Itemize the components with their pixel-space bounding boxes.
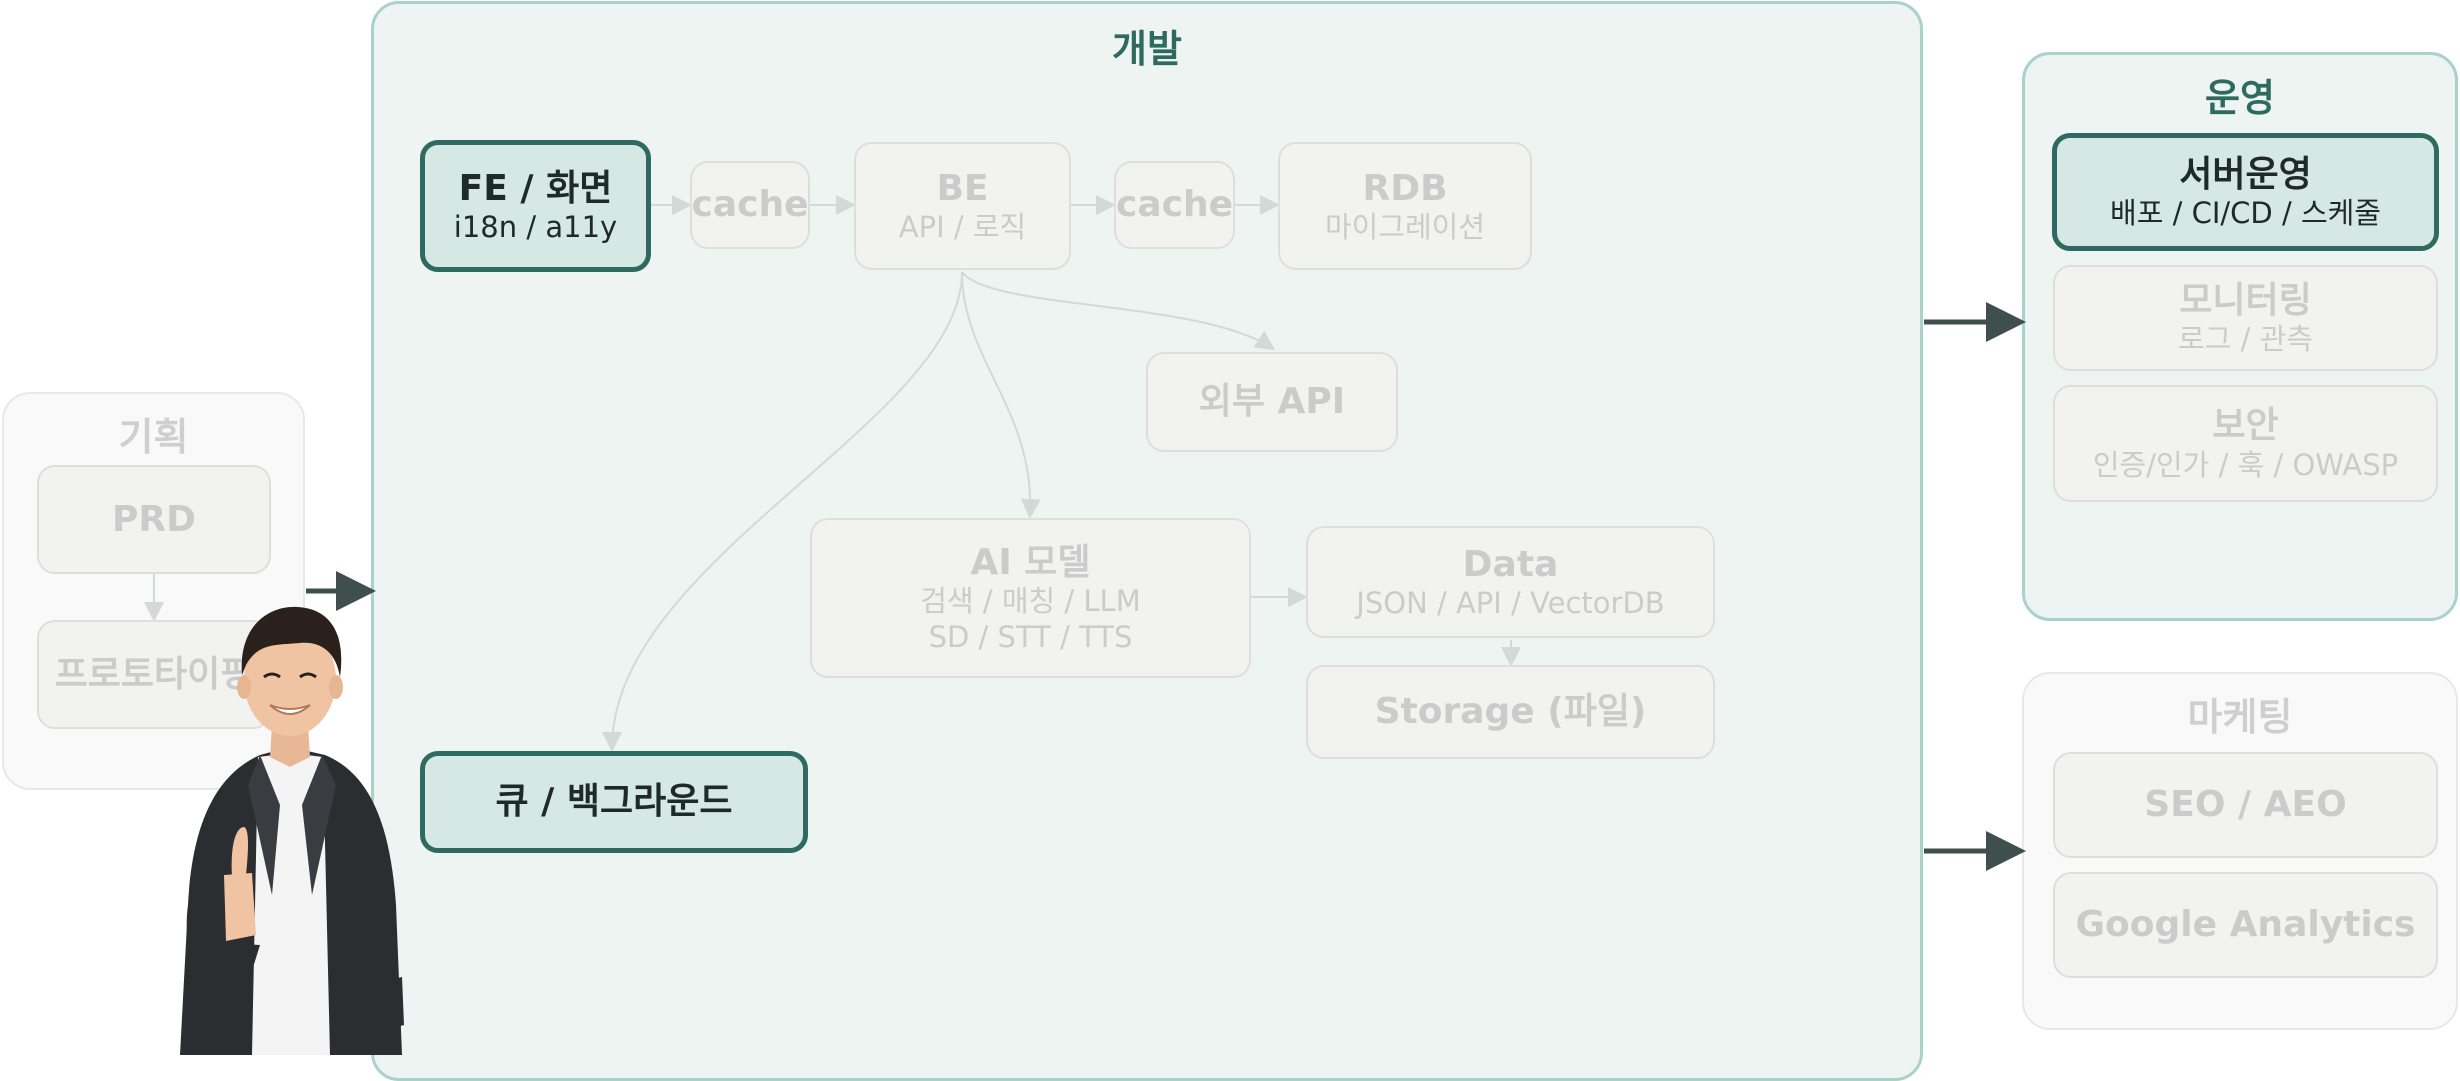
node-ai-model-sub: 검색 / 매칭 / LLM — [920, 584, 1141, 619]
node-ai-model-sub2: SD / STT / TTS — [928, 619, 1133, 654]
node-fe-title: FE / 화면 — [458, 167, 613, 209]
node-cache-1-title: cache — [691, 184, 809, 226]
node-rdb: RDB 마이그레이션 — [1278, 142, 1532, 270]
node-security-title: 보안 — [2212, 405, 2279, 447]
node-ai-model: AI 모델 검색 / 매칭 / LLM SD / STT / TTS — [810, 518, 1251, 678]
node-seo: SEO / AEO — [2053, 752, 2438, 858]
node-external-api-title: 외부 API — [1198, 381, 1346, 423]
node-data-title: Data — [1462, 543, 1559, 585]
node-security-sub: 인증/인가 / 훅 / OWASP — [2092, 447, 2399, 482]
node-queue-title: 큐 / 백그라운드 — [495, 781, 733, 823]
node-rdb-sub: 마이그레이션 — [1324, 210, 1486, 245]
node-data: Data JSON / API / VectorDB — [1306, 526, 1715, 638]
node-external-api: 외부 API — [1146, 352, 1398, 452]
node-fe: FE / 화면 i18n / a11y — [420, 140, 651, 272]
person-thumbs-up-illustration — [180, 606, 404, 1055]
node-queue: 큐 / 백그라운드 — [420, 751, 808, 853]
node-cache-2: cache — [1114, 161, 1235, 249]
node-analytics: Google Analytics — [2053, 872, 2438, 978]
node-monitoring-sub: 로그 / 관측 — [2178, 322, 2313, 357]
node-prd: PRD — [37, 465, 271, 574]
node-be-sub: API / 로직 — [898, 210, 1027, 245]
node-prd-title: PRD — [112, 498, 196, 540]
node-be: BE API / 로직 — [854, 142, 1071, 270]
node-fe-sub: i18n / a11y — [453, 210, 618, 245]
node-storage: Storage (파일) — [1306, 665, 1715, 759]
edge-be-to-external-api — [961, 271, 1276, 351]
node-storage-title: Storage (파일) — [1374, 691, 1647, 733]
node-cache-2-title: cache — [1115, 184, 1234, 226]
node-cache-1: cache — [690, 161, 810, 249]
node-monitoring-title: 모니터링 — [2179, 279, 2312, 321]
node-ai-model-title: AI 모델 — [970, 541, 1091, 583]
node-server-ops-sub: 배포 / CI/CD / 스케줄 — [2110, 196, 2381, 231]
node-seo-title: SEO / AEO — [2144, 784, 2347, 826]
node-analytics-title: Google Analytics — [2075, 904, 2416, 946]
node-monitoring: 모니터링 로그 / 관측 — [2053, 265, 2438, 371]
edge-be-to-ai-model — [961, 271, 1041, 519]
node-security: 보안 인증/인가 / 훅 / OWASP — [2053, 385, 2438, 502]
node-data-sub: JSON / API / VectorDB — [1356, 586, 1665, 621]
node-server-ops: 서버운영 배포 / CI/CD / 스케줄 — [2052, 133, 2439, 251]
node-server-ops-title: 서버운영 — [2179, 153, 2312, 195]
node-rdb-title: RDB — [1362, 167, 1448, 209]
node-be-title: BE — [936, 167, 989, 209]
